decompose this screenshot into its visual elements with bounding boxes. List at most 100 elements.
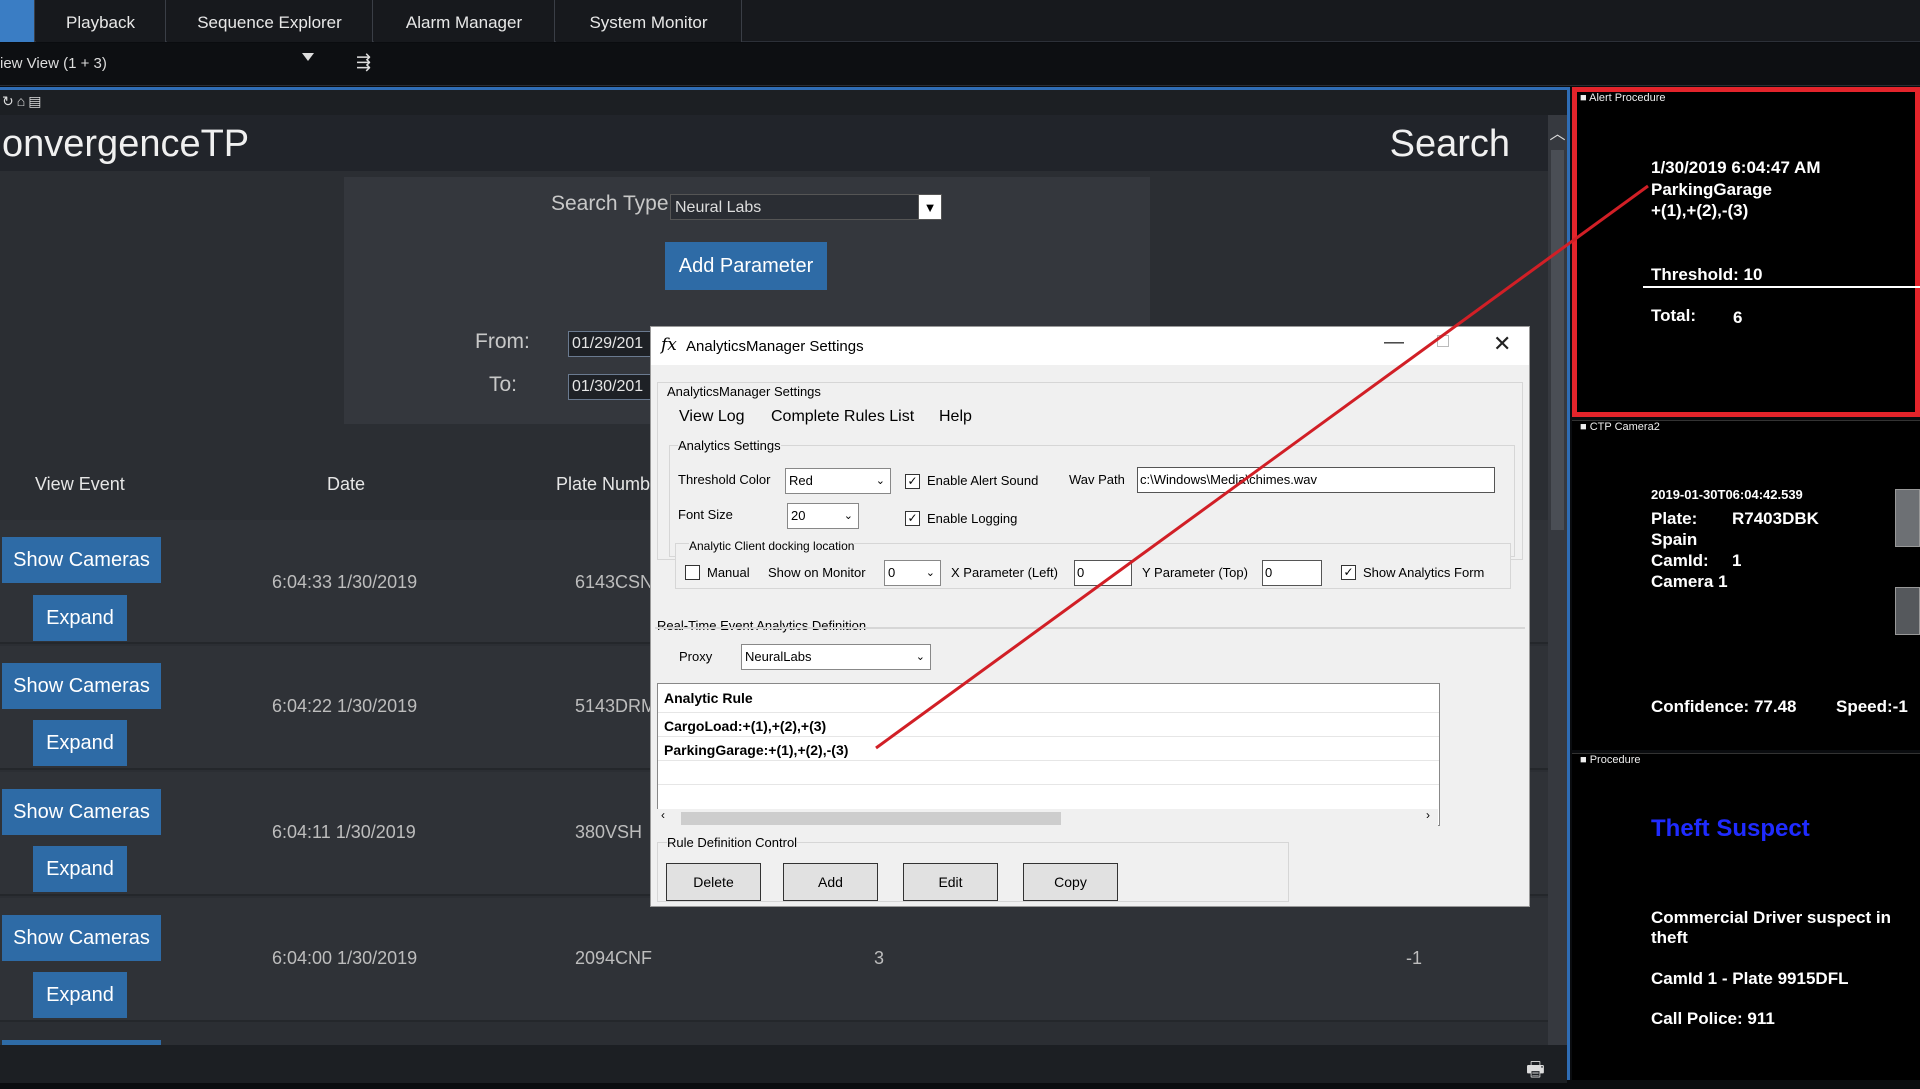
home-icon[interactable]: ⌂ [17,93,28,109]
divider [658,712,1439,713]
y-parameter-input[interactable]: 0 [1262,560,1322,586]
alert-total-label: Total: [1651,306,1697,325]
wav-path-input[interactable]: c:\Windows\Media\chimes.wav [1137,467,1495,493]
procedure-headline: Theft Suspect [1651,815,1810,842]
alert-name: ParkingGarage [1651,180,1772,199]
scrollbar-thumb[interactable] [681,812,1061,825]
show-on-monitor-select[interactable]: 0 ⌄ [884,560,941,586]
col-date: Date [327,474,366,494]
procedure-description: Commercial Driver suspect in theft [1651,908,1891,947]
expand-button[interactable]: Expand [33,972,127,1018]
copy-button[interactable]: Copy [1023,863,1118,901]
col-plate-number: Plate Numb [556,474,651,494]
show-cameras-button[interactable]: Show Cameras [2,915,161,961]
wav-path-label: Wav Path [1069,472,1125,487]
enable-alert-sound-checkbox[interactable]: ✓ [905,474,920,489]
brand-title: onvergenceTP [2,123,250,165]
proxy-select[interactable]: NeuralLabs ⌄ [741,644,931,670]
layout-tool-icon[interactable]: ⇶ [356,52,371,73]
show-cameras-button[interactable]: Show Cameras [2,537,161,583]
camera-monitor: ■ CTP Camera2 2019-01-30T06:04:42.539 Pl… [1572,420,1920,750]
x-parameter-input[interactable]: 0 [1074,560,1132,586]
scroll-left-icon[interactable]: ‹ [661,808,665,822]
table-row [0,898,1548,1022]
minimize-icon[interactable]: — [1384,331,1404,354]
list-item[interactable]: CargoLoad:+(1),+(2),+(3) [664,718,826,734]
analytics-manager-dialog: fx AnalyticsManager Settings — ✕ Analyti… [650,326,1530,907]
chevron-down-icon: ⌄ [875,475,885,487]
analytics-settings-label: Analytics Settings [678,438,781,453]
scrollbar-thumb[interactable] [1551,150,1564,530]
expand-button[interactable]: Expand [33,720,127,766]
rule-list-header: Analytic Rule [664,690,753,706]
alert-procedure-monitor: ■ Alert Procedure 1/30/2019 6:04:47 AM P… [1572,87,1920,417]
bottom-bar [0,1045,1567,1083]
threshold-color-select[interactable]: Red ⌄ [785,468,891,494]
chevron-down-icon: ⌄ [843,510,853,522]
show-analytics-form-checkbox[interactable]: ✓ [1341,565,1356,580]
proxy-label: Proxy [679,649,713,664]
maximize-icon[interactable] [1437,335,1449,347]
list-item[interactable]: ParkingGarage:+(1),+(2),-(3) [664,742,848,758]
tab-home[interactable] [0,0,35,42]
edit-button[interactable]: Edit [903,863,998,901]
add-button[interactable]: Add [783,863,878,901]
enable-alert-sound-label: Enable Alert Sound [927,473,1039,488]
camid-value: 1 [1732,551,1742,570]
row-date: 6:04:22 1/30/2019 [272,696,418,716]
show-cameras-button[interactable]: Show Cameras [2,789,161,835]
close-icon[interactable]: ✕ [1493,331,1511,357]
font-size-select[interactable]: 20 ⌄ [787,503,859,529]
tab-alarm-manager[interactable]: Alarm Manager [374,0,555,42]
settings-group-label: AnalyticsManager Settings [667,384,821,399]
expand-button[interactable]: Expand [33,595,127,641]
row-plate: 380VSH [575,822,643,842]
view-selector[interactable]: iew View (1 + 3) [0,55,107,72]
alert-total-value: 6 [1733,308,1743,327]
row-extra: -1 [1406,948,1423,968]
enable-logging-label: Enable Logging [927,511,1018,526]
to-label: To: [489,373,518,396]
tab-system-monitor[interactable]: System Monitor [556,0,742,42]
show-cameras-button[interactable]: Show Cameras [2,663,161,709]
print-icon[interactable]: 🖶 [1526,1055,1545,1089]
chevron-down-icon[interactable]: ▼ [918,194,942,220]
docking-label: Analytic Client docking location [689,539,855,553]
divider [658,760,1439,761]
divider [1643,286,1920,288]
panel-toolbar: ↻⌂▤ [0,90,1567,115]
tab-sequence-explorer[interactable]: Sequence Explorer [167,0,373,42]
col-view-event: View Event [35,474,125,494]
menu-view-log[interactable]: View Log [679,408,745,426]
chevron-down-icon[interactable] [302,53,314,61]
row-date: 6:04:00 1/30/2019 [272,948,418,968]
scroll-right-icon[interactable]: › [1426,808,1430,822]
enable-logging-checkbox[interactable]: ✓ [905,511,920,526]
procedure-call: Call Police: 911 [1651,1009,1775,1028]
divider [658,736,1439,737]
search-type-select[interactable]: Neural Labs [670,194,942,220]
dialog-titlebar[interactable]: fx AnalyticsManager Settings — ✕ [651,327,1529,365]
divider [658,784,1439,785]
expand-button[interactable]: Expand [33,846,127,892]
camera-icon: ■ [1580,421,1587,433]
chevron-down-icon: ⌄ [915,651,925,663]
print-icon[interactable]: ▤ [28,93,44,109]
menu-complete-rules-list[interactable]: Complete Rules List [771,408,914,426]
manual-checkbox[interactable] [685,565,700,580]
menu-help[interactable]: Help [939,408,972,426]
font-size-label: Font Size [678,507,733,522]
camera-icon: ■ [1580,754,1587,766]
camera-name: Camera 1 [1651,572,1728,591]
analytic-rule-list[interactable]: Analytic Rule CargoLoad:+(1),+(2),+(3) P… [657,683,1440,826]
refresh-icon[interactable]: ↻ [2,93,17,109]
search-type-label: Search Type [551,192,669,215]
row-plate: 6143CSN [575,572,654,592]
row-value: 3 [874,948,885,968]
tab-playback[interactable]: Playback [36,0,166,42]
add-parameter-button[interactable]: Add Parameter [665,242,827,290]
delete-button[interactable]: Delete [666,863,761,901]
scroll-up-icon[interactable]: ︿ [1548,120,1567,144]
row-plate: 5143DRM [575,696,657,716]
threshold-color-label: Threshold Color [678,472,771,487]
